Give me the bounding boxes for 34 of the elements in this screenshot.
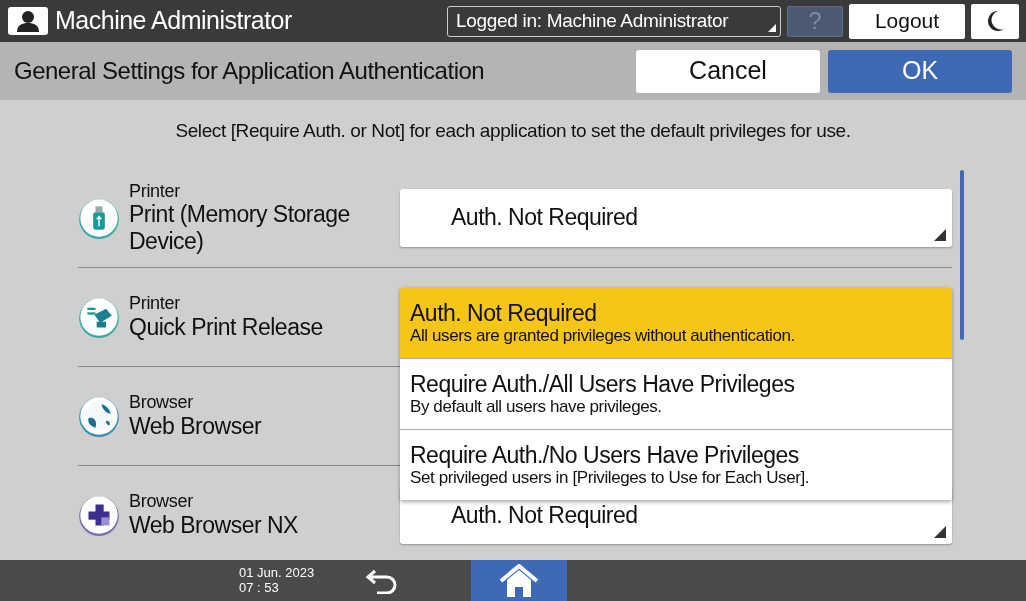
caret-icon [934, 228, 946, 241]
instruction-text: Select [Require Auth. or Not] for each application to set the default privileges for use. [175, 118, 851, 143]
app-icon [78, 395, 120, 437]
app-category: Printer [129, 293, 181, 315]
caret-icon [934, 526, 946, 538]
date-text: 01 Jun. 2023 [239, 566, 316, 581]
app-icon [78, 296, 120, 338]
app-icon [78, 196, 120, 239]
user-icon [7, 6, 49, 36]
cancel-button[interactable]: Cancel [636, 49, 820, 93]
caret-icon [768, 23, 776, 32]
app-category: Printer [129, 180, 181, 202]
app-icon [78, 494, 120, 536]
moon-icon [985, 10, 1005, 32]
home-button[interactable] [471, 560, 567, 601]
page-title: General Settings for Application Authentication [14, 56, 486, 86]
dropdown-option[interactable]: Require Auth./No Users Have Privileges Set privileged users in [Privileges to Use for Each User]. [400, 429, 952, 500]
app-name: Web Browser NX [129, 512, 299, 539]
app-name: Print (Memory Storage Device) [129, 201, 351, 255]
app-name: Quick Print Release [129, 314, 324, 341]
ok-button[interactable]: OK [828, 49, 1012, 93]
home-icon [499, 563, 539, 598]
login-status-dropdown[interactable]: Logged in: Machine Administrator [447, 5, 781, 37]
app-category: Browser [129, 491, 194, 513]
logout-button[interactable]: Logout [849, 3, 965, 39]
back-icon [365, 567, 399, 594]
dropdown-option[interactable]: Auth. Not Required All users are granted privileges without authentication. [400, 287, 952, 358]
auth-select[interactable]: Auth. Not Required [400, 188, 952, 247]
sleep-button[interactable] [971, 3, 1019, 39]
app-name: Web Browser [129, 413, 263, 440]
user-name: Machine Administrator [55, 5, 292, 37]
app-category: Browser [129, 392, 194, 414]
time-text: 07 : 53 [239, 580, 280, 595]
dropdown-option[interactable]: Require Auth./All Users Have Privileges By default all users have privileges. [400, 358, 952, 429]
